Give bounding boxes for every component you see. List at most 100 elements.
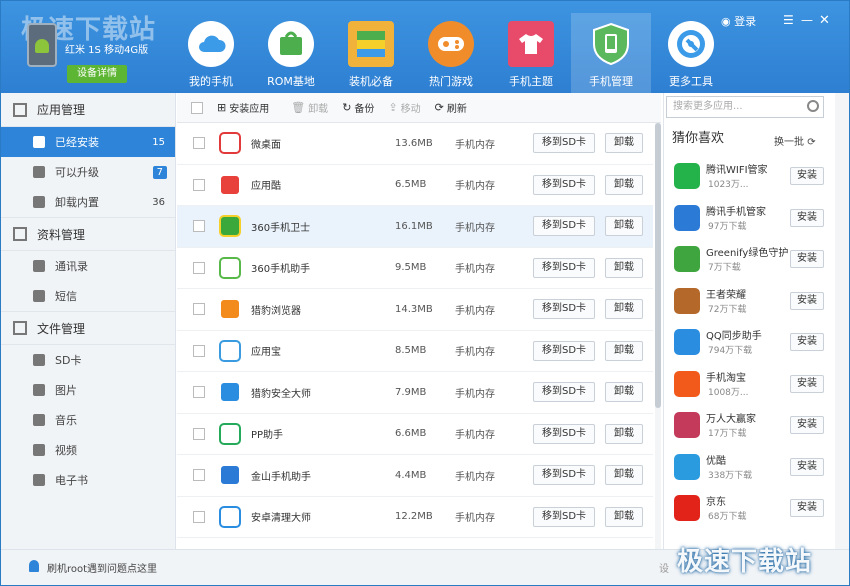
row-checkbox[interactable]	[193, 178, 205, 191]
uninstall-app-button[interactable]: 卸载	[605, 174, 643, 195]
move-to-sd-button[interactable]: 移到SD卡	[533, 174, 595, 195]
item-label: 卸载内置	[55, 196, 99, 209]
minimize-icon[interactable]: —	[801, 13, 813, 27]
app-icon	[674, 370, 700, 397]
table-row[interactable]: 猎豹浏览器 14.3MB 手机内存 移到SD卡 卸载	[177, 289, 653, 331]
close-icon[interactable]: ✕	[819, 13, 830, 28]
recommend-item[interactable]: 优酷 338万下载 安装	[674, 450, 834, 490]
recommend-item[interactable]: 王者荣耀 72万下载 安装	[674, 284, 834, 324]
row-checkbox[interactable]	[193, 261, 205, 274]
recommend-item[interactable]: QQ同步助手 794万下载 安装	[674, 325, 834, 365]
sidebar-item-music[interactable]: 音乐	[1, 405, 175, 435]
uninstall-app-button[interactable]: 卸载	[605, 423, 643, 444]
recommend-item[interactable]: 腾讯WIFI管家 1023万... 安装	[674, 159, 834, 199]
move-to-sd-button[interactable]: 移到SD卡	[533, 506, 595, 527]
sidebar-item-installed[interactable]: 已经安装 15	[1, 127, 175, 157]
install-button[interactable]: 安装	[790, 291, 824, 310]
sidebar-item-images[interactable]: 图片	[1, 375, 175, 405]
install-button[interactable]: 安装	[790, 457, 824, 476]
sidebar-item-contacts[interactable]: 通讯录	[1, 251, 175, 281]
table-row[interactable]: 猎豹安全大师 7.9MB 手机内存 移到SD卡 卸载	[177, 372, 653, 414]
row-checkbox[interactable]	[193, 386, 205, 399]
uninstall-app-button[interactable]: 卸载	[605, 299, 643, 320]
recommend-item[interactable]: Greenify绿色守护 7万下载 安装	[674, 242, 834, 282]
row-checkbox[interactable]	[193, 303, 205, 316]
app-icon	[219, 132, 241, 155]
scrollbar-thumb[interactable]	[655, 123, 661, 408]
uninstall-app-button[interactable]: 卸载	[605, 216, 643, 237]
nav-rom[interactable]: ROM基地	[251, 13, 331, 93]
nav-games[interactable]: 热门游戏	[411, 13, 491, 93]
install-button[interactable]: 安装	[790, 333, 824, 351]
row-checkbox[interactable]	[193, 510, 205, 523]
uninstall-app-button[interactable]: 卸载	[605, 257, 643, 278]
sidebar-item-builtin[interactable]: 卸载内置 36	[1, 187, 175, 217]
move-button[interactable]: ⇪ 移动	[388, 100, 420, 115]
backup-button[interactable]: ↻ 备份	[342, 100, 374, 115]
search-icon[interactable]	[807, 100, 819, 112]
nav-my-phone[interactable]: 我的手机	[171, 13, 251, 93]
nav-essentials[interactable]: 装机必备	[331, 13, 411, 93]
sidebar-item-upgradable[interactable]: 可以升级 7	[1, 157, 175, 187]
install-button[interactable]: 安装	[790, 416, 824, 434]
search-input[interactable]: 搜索更多应用...	[666, 96, 824, 118]
table-row[interactable]: 应用宝 8.5MB 手机内存 移到SD卡 卸载	[177, 331, 653, 372]
uninstall-app-button[interactable]: 卸载	[605, 133, 643, 154]
row-checkbox[interactable]	[193, 427, 205, 440]
move-to-sd-button[interactable]: 移到SD卡	[533, 299, 595, 320]
uninstall-app-button[interactable]: 卸载	[605, 340, 643, 361]
row-checkbox[interactable]	[193, 344, 205, 357]
install-app-button[interactable]: ⊞ 安装应用	[217, 100, 269, 115]
select-all-checkbox[interactable]	[191, 101, 203, 114]
nav-phone-manage[interactable]: 手机管理	[571, 13, 651, 93]
move-to-sd-button[interactable]: 移到SD卡	[533, 382, 595, 403]
recommend-item[interactable]: 万人大赢家 17万下载 安装	[674, 408, 834, 448]
sidebar-item-ebook[interactable]: 电子书	[1, 465, 175, 495]
root-help-link[interactable]: 刷机root遇到问题点这里	[47, 560, 157, 575]
table-row[interactable]: 应用酷 6.5MB 手机内存 移到SD卡 卸载	[177, 165, 653, 206]
move-to-sd-button[interactable]: 移到SD卡	[533, 423, 595, 444]
table-row[interactable]: 金山手机助手 4.4MB 手机内存 移到SD卡 卸载	[177, 455, 653, 497]
row-checkbox[interactable]	[193, 220, 205, 233]
sidebar-group-data[interactable]: 资料管理	[1, 217, 175, 251]
uninstall-app-button[interactable]: 卸载	[605, 506, 643, 527]
recommend-item[interactable]: 京东 68万下载 安装	[674, 491, 834, 531]
install-button[interactable]: 安装	[790, 499, 824, 517]
move-to-sd-button[interactable]: 移到SD卡	[533, 340, 595, 361]
menu-icon[interactable]: ☰	[783, 13, 794, 27]
uninstall-button[interactable]: 🗑 卸载	[291, 100, 328, 115]
uninstall-app-button[interactable]: 卸载	[605, 382, 643, 403]
row-checkbox[interactable]	[193, 137, 205, 150]
sidebar-item-sms[interactable]: 短信	[1, 281, 175, 311]
sidebar-group-files[interactable]: 文件管理	[1, 311, 175, 345]
table-row[interactable]: 安卓清理大师 12.2MB 手机内存 移到SD卡 卸载	[177, 497, 653, 538]
login-link[interactable]: ◉ 登录	[721, 13, 756, 29]
sidebar-item-video[interactable]: 视频	[1, 435, 175, 465]
move-to-sd-button[interactable]: 移到SD卡	[533, 465, 595, 486]
panel-scrollbar[interactable]	[835, 93, 849, 549]
table-row[interactable]: 微桌面 13.6MB 手机内存 移到SD卡 卸载	[177, 123, 653, 165]
sidebar-item-sdcard[interactable]: SD卡	[1, 345, 175, 375]
recommend-item[interactable]: 手机淘宝 1008万... 安装	[674, 367, 834, 407]
uninstall-app-button[interactable]: 卸载	[605, 465, 643, 486]
device-detail-button[interactable]: 设备详情	[67, 65, 127, 83]
refresh-button[interactable]: ⟳ 刷新	[435, 100, 467, 115]
backup-icon: ↻	[342, 101, 352, 114]
install-button[interactable]: 安装	[790, 374, 824, 393]
move-to-sd-button[interactable]: 移到SD卡	[533, 133, 595, 154]
move-to-sd-button[interactable]: 移到SD卡	[533, 216, 595, 237]
nav-themes[interactable]: 手机主题	[491, 13, 571, 93]
table-row[interactable]: 360手机助手 9.5MB 手机内存 移到SD卡 卸载	[177, 248, 653, 289]
row-checkbox[interactable]	[193, 469, 205, 482]
install-button[interactable]: 安装	[790, 250, 824, 268]
move-to-sd-button[interactable]: 移到SD卡	[533, 257, 595, 278]
table-row[interactable]: PP助手 6.6MB 手机内存 移到SD卡 卸载	[177, 414, 653, 455]
table-row[interactable]: 360手机卫士 16.1MB 手机内存 移到SD卡 卸载	[177, 206, 653, 248]
nav-tools[interactable]: 更多工具	[651, 13, 731, 93]
recommend-item[interactable]: 腾讯手机管家 97万下载 安装	[674, 201, 834, 241]
list-scrollbar[interactable]	[655, 123, 661, 549]
refresh-batch-link[interactable]: 换一批 ⟳	[774, 133, 816, 148]
install-button[interactable]: 安装	[790, 208, 824, 227]
install-button[interactable]: 安装	[790, 167, 824, 185]
sidebar-group-apps[interactable]: 应用管理	[1, 93, 175, 127]
